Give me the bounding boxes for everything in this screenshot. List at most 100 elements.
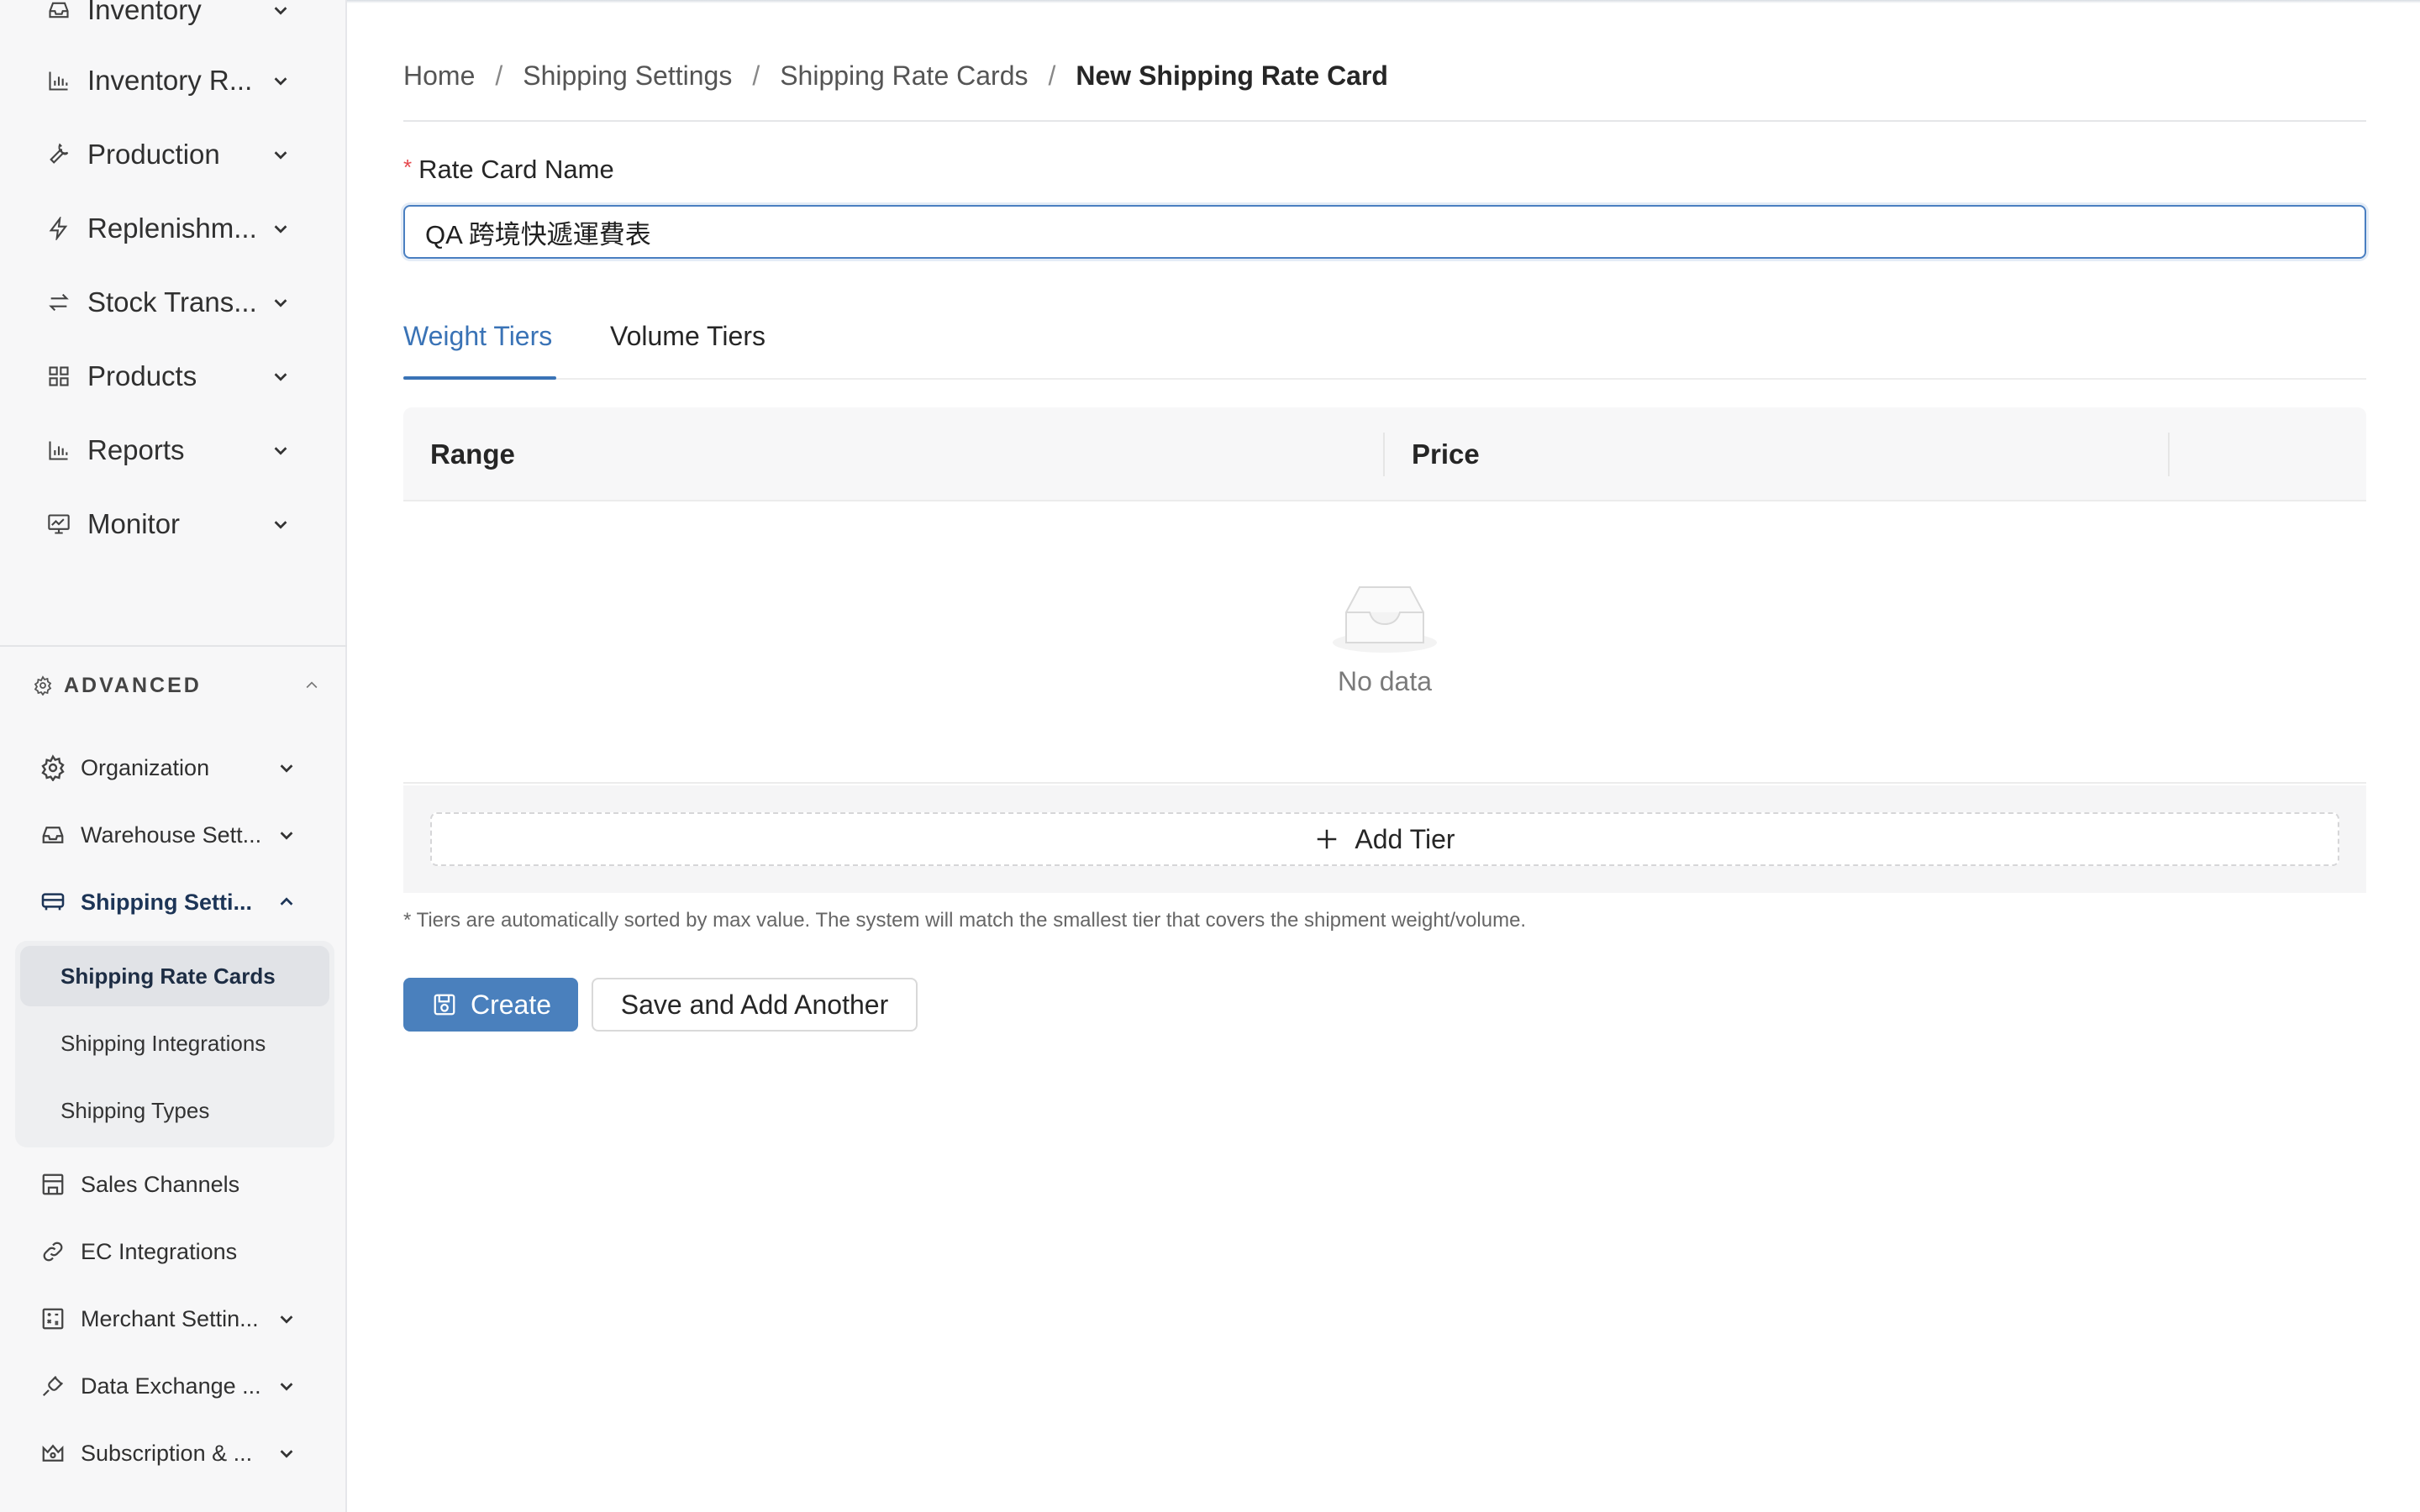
rate-card-name-value: QA 跨境快遞運費表 [425, 219, 651, 249]
create-button[interactable]: Create [403, 978, 578, 1032]
sidebar-item-label: Inventory [87, 0, 202, 25]
chevron-up-icon[interactable] [274, 890, 299, 915]
chevron-down-icon[interactable] [274, 755, 299, 780]
sidebar-item-inventory[interactable]: Inventory [0, 0, 347, 44]
tab-weight-tiers[interactable]: Weight Tiers [403, 321, 552, 370]
breadcrumb-current: New Shipping Rate Card [1076, 60, 1388, 91]
breadcrumb-shipping-settings[interactable]: Shipping Settings [523, 60, 732, 92]
sidebar-item-label: Production [87, 139, 220, 170]
sidebar-item-subscription[interactable]: Subscription & ... [0, 1423, 347, 1483]
create-button-label: Create [470, 989, 552, 1020]
chevron-down-icon[interactable] [267, 0, 294, 24]
chevron-down-icon[interactable] [267, 437, 294, 464]
truck-icon [37, 886, 69, 918]
sidebar-item-shipping-settings[interactable]: Shipping Setti... [0, 872, 347, 932]
bar-chart-icon [44, 66, 74, 96]
gear-icon [37, 752, 69, 784]
rate-card-name-input[interactable]: QA 跨境快遞運費表 [403, 205, 2366, 259]
sidebar-item-production[interactable]: Production [0, 121, 347, 188]
add-tier-area: Add Tier [403, 785, 2366, 893]
sidebar-item-reports[interactable]: Reports [0, 417, 347, 484]
bar-chart-icon [44, 435, 74, 465]
sidebar-item-stock-transfer[interactable]: Stock Trans... [0, 269, 347, 336]
store-icon [37, 1168, 69, 1200]
submenu-item-shipping-types[interactable]: Shipping Types [20, 1080, 329, 1141]
tab-volume-tiers[interactable]: Volume Tiers [610, 321, 765, 370]
chevron-up-icon[interactable] [299, 673, 324, 698]
chevron-down-icon[interactable] [274, 822, 299, 848]
breadcrumb-divider [403, 120, 2366, 122]
sidebar-item-label: Merchant Settin... [81, 1305, 259, 1331]
tab-active-indicator [403, 376, 556, 380]
sidebar-item-label: Subscription & ... [81, 1440, 253, 1466]
gear-icon [30, 673, 55, 698]
sidebar-item-monitor[interactable]: Monitor [0, 491, 347, 558]
sidebar-item-label: Organization [81, 754, 210, 780]
transfer-arrows-icon [44, 287, 74, 318]
sidebar-item-products[interactable]: Products [0, 343, 347, 410]
top-shadow-line [347, 0, 2420, 3]
sidebar-item-label: Sales Channels [81, 1171, 240, 1197]
link-icon [37, 1236, 69, 1268]
sidebar-item-label: Shipping Setti... [81, 889, 252, 915]
sidebar-item-organization[interactable]: Organization [0, 738, 347, 798]
add-tier-button[interactable]: Add Tier [430, 812, 2339, 866]
advanced-section-header[interactable]: ADVANCED [30, 669, 324, 702]
submenu-item-shipping-integrations[interactable]: Shipping Integrations [20, 1013, 329, 1074]
chevron-down-icon[interactable] [274, 1373, 299, 1399]
sidebar: Inventory Inventory R... Production Repl… [0, 0, 347, 1512]
breadcrumb-home[interactable]: Home [403, 60, 475, 92]
column-separator [1383, 433, 1385, 476]
plug-icon [37, 1370, 69, 1402]
sidebar-item-label: Reports [87, 434, 185, 465]
sidebar-item-inventory-reports[interactable]: Inventory R... [0, 47, 347, 114]
required-mark: * [403, 155, 413, 180]
crown-icon [37, 1437, 69, 1469]
column-header-range: Range [430, 438, 515, 470]
sidebar-item-label: Replenishm... [87, 213, 257, 244]
sidebar-item-data-exchange[interactable]: Data Exchange ... [0, 1356, 347, 1416]
breadcrumb-shipping-rate-cards[interactable]: Shipping Rate Cards [780, 60, 1028, 92]
sidebar-item-label: Products [87, 360, 197, 391]
chevron-down-icon[interactable] [267, 215, 294, 242]
sidebar-item-sales-channels[interactable]: Sales Channels [0, 1154, 347, 1215]
breadcrumb-separator: / [495, 60, 503, 91]
chevron-down-icon[interactable] [274, 1306, 299, 1331]
chevron-down-icon[interactable] [267, 141, 294, 168]
breadcrumb-separator: / [752, 60, 760, 91]
sidebar-item-merchant-settings[interactable]: Merchant Settin... [0, 1289, 347, 1349]
add-tier-label: Add Tier [1355, 823, 1455, 854]
chevron-down-icon[interactable] [267, 67, 294, 94]
rate-card-name-label-text: Rate Card Name [418, 155, 614, 184]
tiers-table-empty: No data [403, 501, 2366, 784]
tier-tabs: Weight Tiers Volume Tiers [403, 311, 2366, 380]
sidebar-item-warehouse-settings[interactable]: Warehouse Sett... [0, 805, 347, 865]
sidebar-item-label: Monitor [87, 508, 181, 539]
save-and-add-another-button[interactable]: Save and Add Another [592, 978, 918, 1032]
tiers-table-header: Range Price [403, 407, 2366, 501]
sidebar-item-replenishment[interactable]: Replenishm... [0, 195, 347, 262]
sidebar-item-label: Stock Trans... [87, 286, 257, 318]
sidebar-item-label: Inventory R... [87, 65, 253, 96]
submenu-item-shipping-rate-cards[interactable]: Shipping Rate Cards [20, 946, 329, 1006]
sidebar-divider [0, 645, 347, 647]
chevron-down-icon[interactable] [267, 363, 294, 390]
lightning-icon [44, 213, 74, 244]
chevron-down-icon[interactable] [267, 511, 294, 538]
sidebar-item-ec-integrations[interactable]: EC Integrations [0, 1221, 347, 1282]
sidebar-item-label: EC Integrations [81, 1238, 238, 1264]
chevron-down-icon[interactable] [274, 1441, 299, 1466]
tiers-help-note: * Tiers are automatically sorted by max … [403, 909, 1527, 932]
rate-card-name-label: * Rate Card Name [403, 155, 614, 185]
sidebar-item-label: Data Exchange ... [81, 1373, 261, 1399]
empty-inbox-icon [1328, 579, 1442, 660]
save-icon [430, 990, 459, 1019]
column-separator [2168, 433, 2170, 476]
monitor-icon [44, 509, 74, 539]
plus-icon [1314, 827, 1339, 852]
sidebar-item-label: Warehouse Sett... [81, 822, 262, 848]
advanced-section-label: ADVANCED [64, 673, 202, 697]
chevron-down-icon[interactable] [267, 289, 294, 316]
wrench-icon [44, 139, 74, 170]
grid-icon [44, 361, 74, 391]
